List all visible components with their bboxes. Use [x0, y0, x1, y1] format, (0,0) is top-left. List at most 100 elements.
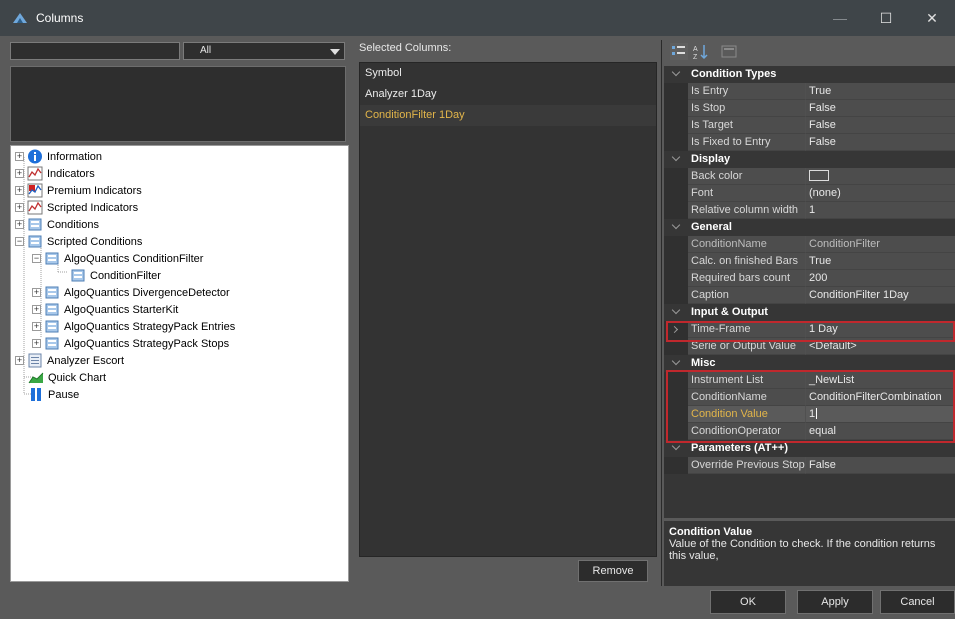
- property-row[interactable]: ConditionOperator equal: [664, 423, 955, 440]
- property-row[interactable]: Instrument List _NewList: [664, 372, 955, 389]
- category-condition-types[interactable]: Condition Types: [664, 66, 955, 83]
- tree-item-label: Indicators: [47, 167, 95, 180]
- property-value[interactable]: 200: [806, 270, 955, 287]
- selected-column-item[interactable]: Analyzer 1Day: [360, 84, 656, 105]
- categorized-view-icon[interactable]: [670, 43, 688, 60]
- tree-item[interactable]: + Indicators: [15, 165, 95, 182]
- property-row[interactable]: Is Stop False: [664, 100, 955, 117]
- search-input[interactable]: [10, 42, 180, 60]
- property-value[interactable]: False: [806, 117, 955, 134]
- tree-item[interactable]: + Analyzer Escort: [15, 352, 124, 369]
- close-button[interactable]: ✕: [909, 0, 955, 36]
- category-input-output[interactable]: Input & Output: [664, 304, 955, 321]
- property-value[interactable]: False: [806, 457, 955, 474]
- tree-item[interactable]: + Conditions: [15, 216, 99, 233]
- property-value[interactable]: [806, 168, 955, 185]
- category-misc[interactable]: Misc: [664, 355, 955, 372]
- property-value[interactable]: False: [806, 134, 955, 151]
- tree-item[interactable]: + AlgoQuantics DivergenceDetector: [32, 284, 230, 301]
- property-row-selected[interactable]: Condition Value 1: [664, 406, 955, 423]
- filter-dropdown[interactable]: All: [183, 42, 345, 60]
- property-value[interactable]: True: [806, 253, 955, 270]
- tree-item[interactable]: + AlgoQuantics StrategyPack Stops: [32, 335, 229, 352]
- expand-icon[interactable]: +: [32, 305, 41, 314]
- expand-icon[interactable]: +: [32, 288, 41, 297]
- ok-button[interactable]: OK: [710, 590, 786, 614]
- condition-icon: [28, 218, 42, 231]
- property-row[interactable]: Is Target False: [664, 117, 955, 134]
- property-row[interactable]: Override Previous Stop False: [664, 457, 955, 474]
- category-parameters[interactable]: Parameters (AT++): [664, 440, 955, 457]
- property-value[interactable]: False: [806, 100, 955, 117]
- property-row[interactable]: Time-Frame 1 Day: [664, 321, 955, 338]
- property-row[interactable]: Back color: [664, 168, 955, 185]
- cancel-button[interactable]: Cancel: [880, 590, 955, 614]
- tree-item[interactable]: Quick Chart: [24, 369, 106, 386]
- tree-item[interactable]: − Scripted Conditions: [15, 233, 142, 250]
- property-row[interactable]: Font (none): [664, 185, 955, 202]
- expand-icon[interactable]: +: [32, 339, 41, 348]
- property-value[interactable]: ConditionFilter: [806, 236, 955, 253]
- tree-item[interactable]: + AlgoQuantics StrategyPack Entries: [32, 318, 235, 335]
- property-value[interactable]: _NewList: [806, 372, 955, 389]
- selected-columns-list: Symbol Analyzer 1Day ConditionFilter 1Da…: [359, 62, 657, 557]
- property-value-editor[interactable]: 1: [806, 406, 955, 423]
- color-swatch[interactable]: [809, 169, 829, 181]
- property-value[interactable]: 1 Day: [806, 321, 955, 338]
- property-row[interactable]: ConditionName ConditionFilter: [664, 236, 955, 253]
- selected-column-item-active[interactable]: ConditionFilter 1Day: [360, 105, 656, 126]
- property-value[interactable]: equal: [806, 423, 955, 440]
- tree-item[interactable]: Pause: [24, 386, 79, 403]
- property-value[interactable]: 1: [806, 202, 955, 219]
- expand-icon[interactable]: +: [15, 356, 24, 365]
- property-value[interactable]: ConditionFilter 1Day: [806, 287, 955, 304]
- property-value[interactable]: <Default>: [806, 338, 955, 355]
- property-row[interactable]: Is Fixed to Entry False: [664, 134, 955, 151]
- alphabetical-sort-icon[interactable]: A Z: [692, 43, 710, 60]
- expand-icon[interactable]: +: [15, 203, 24, 212]
- collapse-chevron-icon[interactable]: [671, 67, 681, 77]
- remove-button[interactable]: Remove: [578, 560, 648, 582]
- minimize-button[interactable]: —: [817, 0, 863, 36]
- tree-item[interactable]: + Scripted Indicators: [15, 199, 138, 216]
- expand-icon[interactable]: +: [15, 169, 24, 178]
- tree-item-label: AlgoQuantics ConditionFilter: [64, 252, 204, 265]
- collapse-icon[interactable]: −: [32, 254, 41, 263]
- selected-column-item[interactable]: Symbol: [360, 63, 656, 84]
- expand-icon[interactable]: +: [15, 186, 24, 195]
- collapse-chevron-icon[interactable]: [671, 441, 681, 451]
- tree-item[interactable]: ConditionFilter: [66, 267, 161, 284]
- tree-item[interactable]: − AlgoQuantics ConditionFilter: [32, 250, 203, 267]
- analyzer-icon: [28, 353, 42, 368]
- collapse-chevron-icon[interactable]: [671, 356, 681, 366]
- expand-icon[interactable]: +: [32, 322, 41, 331]
- collapse-chevron-icon[interactable]: [671, 220, 681, 230]
- property-value[interactable]: (none): [806, 185, 955, 202]
- panel-divider: [661, 40, 662, 586]
- collapse-icon[interactable]: −: [15, 237, 24, 246]
- category-display[interactable]: Display: [664, 151, 955, 168]
- property-row[interactable]: Serie or Output Value <Default>: [664, 338, 955, 355]
- apply-button[interactable]: Apply: [797, 590, 873, 614]
- expand-chevron-icon[interactable]: [670, 325, 679, 334]
- maximize-button[interactable]: ☐: [863, 0, 909, 36]
- collapse-chevron-icon[interactable]: [671, 305, 681, 315]
- tree-item[interactable]: + Premium Indicators: [15, 182, 142, 199]
- property-value[interactable]: ConditionFilterCombination: [806, 389, 955, 406]
- property-row[interactable]: Required bars count 200: [664, 270, 955, 287]
- tree-item[interactable]: + Information: [15, 148, 102, 165]
- property-row[interactable]: ConditionName ConditionFilterCombination: [664, 389, 955, 406]
- property-row[interactable]: Relative column width 1: [664, 202, 955, 219]
- description-text: Value of the Condition to check. If the …: [669, 538, 936, 562]
- tree-item[interactable]: + AlgoQuantics StarterKit: [32, 301, 178, 318]
- expand-icon[interactable]: +: [15, 152, 24, 161]
- expand-icon[interactable]: +: [15, 220, 24, 229]
- property-row[interactable]: Calc. on finished Bars True: [664, 253, 955, 270]
- property-row[interactable]: Is Entry True: [664, 83, 955, 100]
- tree-item-label: Analyzer Escort: [47, 354, 125, 367]
- property-row[interactable]: Caption ConditionFilter 1Day: [664, 287, 955, 304]
- collapse-chevron-icon[interactable]: [671, 152, 681, 162]
- category-general[interactable]: General: [664, 219, 955, 236]
- property-value[interactable]: True: [806, 83, 955, 100]
- property-pages-icon[interactable]: [720, 43, 738, 60]
